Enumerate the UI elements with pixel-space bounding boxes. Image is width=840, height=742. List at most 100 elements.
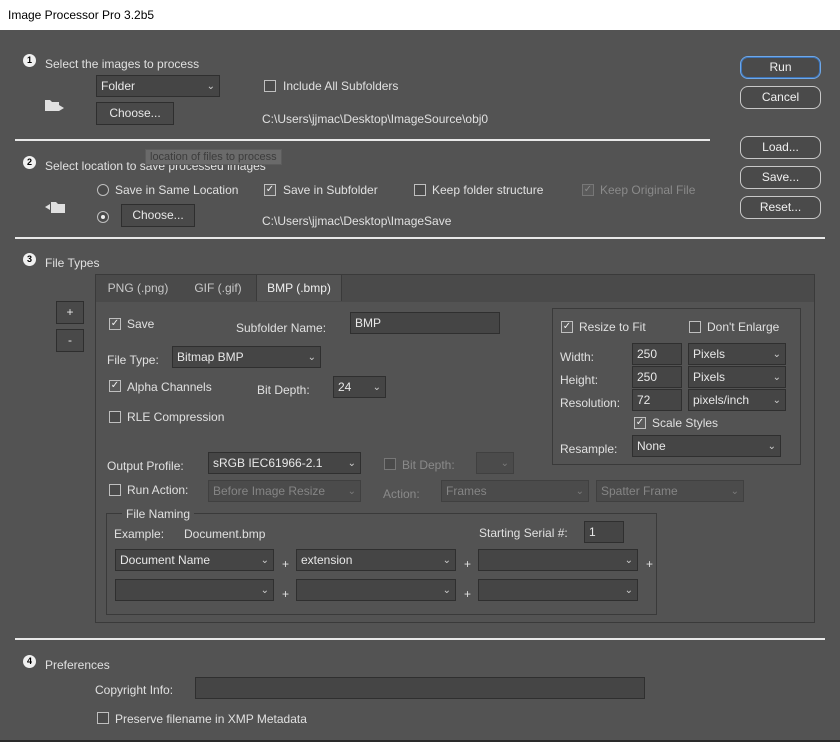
tab-gif[interactable]: GIF (.gif)	[180, 275, 256, 301]
tab-bmp[interactable]: BMP (.bmp)	[256, 275, 342, 301]
keep-original-checkbox[interactable]: ✓	[582, 184, 594, 196]
naming-field-1-select[interactable]: Document Name ⌄	[115, 549, 274, 571]
naming-joiner: +	[646, 557, 654, 571]
choose-location-radio[interactable]	[97, 211, 109, 223]
source-type-select[interactable]: Folder ⌄	[96, 75, 220, 97]
folder-destination-icon	[44, 199, 66, 215]
destination-path: C:\Users\jjmac\Desktop\ImageSave	[262, 214, 452, 228]
naming-joiner: +	[464, 587, 472, 601]
chevron-down-icon: ⌄	[730, 486, 739, 497]
bit-depth-value: 24	[338, 380, 352, 394]
chevron-down-icon: ⌄	[347, 486, 356, 497]
include-subfolders-label: Include All Subfolders	[283, 79, 399, 93]
section-3-number: 3	[23, 253, 36, 266]
keep-original-label: Keep Original File	[600, 183, 696, 197]
remove-file-type-button[interactable]: -	[56, 329, 84, 352]
copyright-input[interactable]	[195, 677, 645, 699]
resolution-unit-select[interactable]: pixels/inch ⌄	[688, 389, 786, 411]
naming-field-3-select[interactable]: ⌄	[478, 549, 638, 571]
choose-destination-button[interactable]: Choose...	[121, 204, 195, 227]
section-3-title: File Types	[45, 256, 100, 270]
resize-to-fit-checkbox[interactable]: ✓	[561, 321, 573, 333]
save-settings-button[interactable]: Save...	[740, 166, 821, 189]
subfolder-name-label: Subfolder Name:	[236, 321, 327, 335]
source-type-value: Folder	[101, 79, 136, 93]
naming-field-4-select[interactable]: ⌄	[115, 579, 274, 601]
alpha-channels-label: Alpha Channels	[127, 380, 212, 394]
chevron-down-icon: ⌄	[260, 585, 269, 596]
reset-button[interactable]: Reset...	[740, 196, 821, 219]
alpha-channels-checkbox[interactable]: ✓	[109, 380, 121, 392]
window-title: Image Processor Pro 3.2b5	[8, 8, 155, 22]
output-profile-label: Output Profile:	[107, 459, 184, 473]
add-file-type-button[interactable]: +	[56, 301, 84, 324]
section-divider	[15, 237, 825, 239]
naming-field-2-value: extension	[301, 553, 353, 567]
output-profile-value: sRGB IEC61966-2.1	[213, 456, 323, 470]
chevron-down-icon: ⌄	[500, 458, 509, 469]
bit-depth-select[interactable]: 24 ⌄	[333, 376, 386, 398]
file-type-value: Bitmap BMP	[177, 350, 244, 364]
section-1-number: 1	[23, 54, 36, 67]
run-button[interactable]: Run	[740, 56, 821, 79]
resize-to-fit-label: Resize to Fit	[579, 320, 646, 334]
height-unit-select[interactable]: Pixels ⌄	[688, 366, 786, 388]
action-select[interactable]: Spatter Frame ⌄	[596, 480, 744, 502]
naming-joiner: +	[282, 587, 290, 601]
scale-styles-checkbox[interactable]: ✓	[634, 417, 646, 429]
width-input[interactable]: 250	[632, 343, 682, 365]
include-subfolders-checkbox[interactable]	[264, 80, 276, 92]
resample-label: Resample:	[560, 442, 618, 456]
run-action-label: Run Action:	[127, 483, 189, 497]
save-subfolder-label: Save in Subfolder	[283, 183, 378, 197]
load-button[interactable]: Load...	[740, 136, 821, 159]
profile-bit-depth-checkbox[interactable]	[384, 458, 396, 470]
action-set-value: Frames	[446, 484, 487, 498]
naming-field-2-select[interactable]: extension ⌄	[296, 549, 456, 571]
chevron-down-icon: ⌄	[772, 349, 781, 360]
profile-bit-depth-select[interactable]: ⌄	[476, 452, 514, 474]
output-profile-select[interactable]: sRGB IEC61966-2.1 ⌄	[208, 452, 361, 474]
action-set-select[interactable]: Frames ⌄	[441, 480, 589, 502]
save-subfolder-checkbox[interactable]: ✓	[264, 184, 276, 196]
chevron-down-icon: ⌄	[372, 382, 381, 393]
height-input[interactable]: 250	[632, 366, 682, 388]
rle-compression-label: RLE Compression	[127, 410, 225, 424]
cancel-button[interactable]: Cancel	[740, 86, 821, 109]
rle-compression-checkbox[interactable]	[109, 411, 121, 423]
naming-field-1-value: Document Name	[120, 553, 211, 567]
starting-serial-input[interactable]: 1	[584, 521, 624, 543]
chevron-down-icon: ⌄	[575, 486, 584, 497]
preserve-filename-checkbox[interactable]	[97, 712, 109, 724]
keep-structure-label: Keep folder structure	[432, 183, 544, 197]
keep-structure-checkbox[interactable]	[414, 184, 426, 196]
tab-bar: PNG (.png) GIF (.gif) BMP (.bmp)	[96, 275, 814, 302]
run-action-checkbox[interactable]	[109, 484, 121, 496]
resolution-label: Resolution:	[560, 396, 621, 410]
resample-select[interactable]: None ⌄	[632, 435, 781, 457]
subfolder-name-input[interactable]: BMP	[350, 312, 500, 334]
width-unit-select[interactable]: Pixels ⌄	[688, 343, 786, 365]
chevron-down-icon: ⌄	[772, 372, 781, 383]
file-type-label: File Type:	[107, 353, 159, 367]
naming-field-5-select[interactable]: ⌄	[296, 579, 456, 601]
choose-source-button[interactable]: Choose...	[96, 102, 174, 125]
location-tooltip: location of files to process	[145, 149, 282, 165]
save-format-checkbox[interactable]: ✓	[109, 318, 121, 330]
run-action-timing-select[interactable]: Before Image Resize ⌄	[208, 480, 361, 502]
chevron-down-icon: ⌄	[442, 585, 451, 596]
dont-enlarge-checkbox[interactable]	[689, 321, 701, 333]
naming-joiner: +	[464, 557, 472, 571]
section-2-number: 2	[23, 156, 36, 169]
resolution-input[interactable]: 72	[632, 389, 682, 411]
section-divider	[15, 139, 710, 141]
file-type-select[interactable]: Bitmap BMP ⌄	[172, 346, 321, 368]
section-4-title: Preferences	[45, 658, 110, 672]
naming-field-6-select[interactable]: ⌄	[478, 579, 638, 601]
same-location-radio[interactable]	[97, 184, 109, 196]
tab-png[interactable]: PNG (.png)	[96, 275, 180, 301]
save-format-label: Save	[127, 317, 155, 331]
chevron-down-icon: ⌄	[206, 81, 215, 92]
starting-serial-label: Starting Serial #:	[479, 526, 568, 540]
chevron-down-icon: ⌄	[347, 458, 356, 469]
